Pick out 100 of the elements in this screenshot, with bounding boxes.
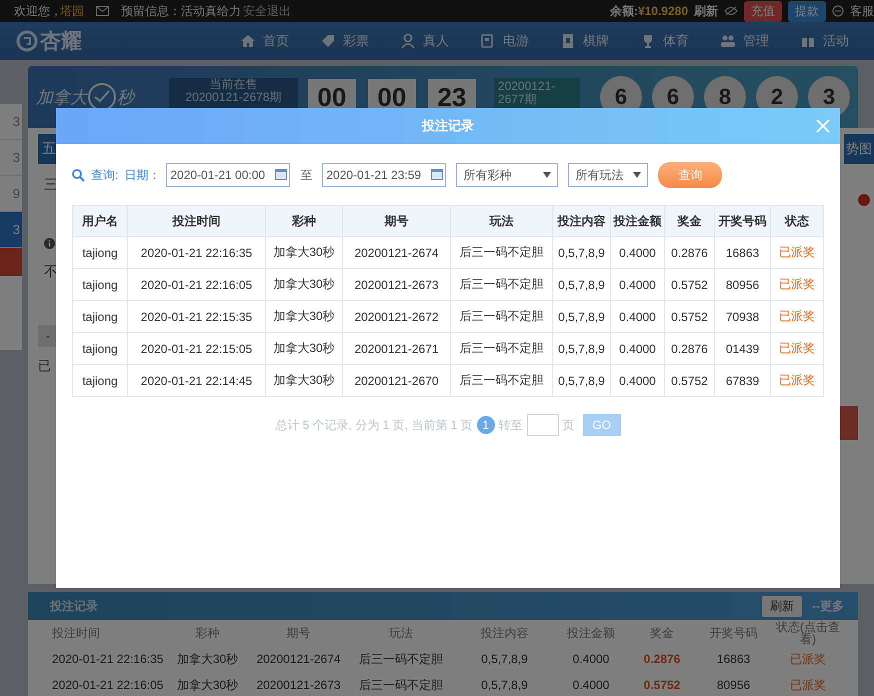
method-select[interactable]: 所有玩法 [568,163,648,187]
table-cell: 后三一码不定胆 [450,236,552,268]
table-cell: 80956 [714,268,770,300]
table-cell: tajiong [72,332,128,364]
mail-icon[interactable] [96,6,109,16]
date-from-field[interactable]: 2020-01-21 00:00 [166,163,290,187]
date-to-field[interactable]: 2020-01-21 23:59 [322,163,446,187]
table-cell: 0,5,7,8,9 [552,300,610,332]
table-cell-text: 加拿大30秒 [176,676,240,694]
trend-chart-button[interactable]: 势图 [844,134,874,164]
play-row-text: 不 [44,263,58,281]
nav-link[interactable]: 真人 [423,32,449,50]
caret-icon [633,172,642,178]
go-button[interactable]: GO [582,414,621,436]
side-accent-block [0,248,22,276]
lottery-name-suffix: 秒 [117,86,134,108]
notice-text: 预留信息：活动真给力 [121,2,241,20]
calendar-icon[interactable] [431,168,444,180]
table-cell: 加拿大30秒 [266,300,342,332]
table-cell-text: 0.4000 [572,652,610,666]
table-cell: 20200121-2674 [342,236,450,268]
side-list-item[interactable]: 3 [0,104,22,140]
refresh-link[interactable]: 刷新 [694,2,718,20]
nav-link[interactable]: 棋牌 [583,32,609,50]
table-cell: 0.4000 [610,300,664,332]
table-cell: 0,5,7,8,9 [552,332,610,364]
lottery-select[interactable]: 所有彩种 [456,163,558,187]
username-link[interactable]: 塔园 [60,2,84,20]
service-link[interactable]: 客服 [850,2,874,20]
lottery-name: 加拿大 [36,86,87,108]
table-cell: 70938 [714,300,770,332]
table-cell-text: 80956 [716,678,752,692]
table-cell: 16863 [714,236,770,268]
game-icon[interactable] [480,33,496,49]
person-icon[interactable] [400,33,416,49]
nav-link[interactable]: 首页 [263,32,289,50]
to-label: 至 [300,166,312,184]
column-header: 玩法 [388,627,414,639]
page-label: 页 [562,416,575,434]
calendar-icon[interactable] [275,168,288,180]
nav-link[interactable]: 活动 [823,32,849,50]
table-cell: 已派奖 [770,268,824,300]
site-logo[interactable]: 杏耀 [16,27,240,55]
side-list-item[interactable]: 3 [0,140,22,176]
column-header: 用户名 [72,206,128,236]
table-cell-text: 16863 [716,652,752,666]
column-header: 奖金 [649,627,675,639]
table-cell: tajiong [72,300,128,332]
column-header: 投注金额 [566,627,616,639]
page-input-field[interactable] [526,414,559,436]
play-row-text: 三 [44,176,58,194]
card-icon[interactable] [560,33,576,49]
table-cell: 0.5752 [664,268,714,300]
column-header: 投注时间 [128,206,266,236]
table-cell: 0,5,7,8,9 [552,364,610,396]
eye-icon[interactable] [724,6,738,16]
table-cell: 2020-01-21 22:15:35 [128,300,266,332]
table-cell-text: 后三一码不定胆 [358,676,444,694]
table-cell-text: 2020-01-21 22:16:35 [52,652,164,666]
table-cell: tajiong [72,236,128,268]
minus-button[interactable]: - [38,325,58,347]
withdraw-button[interactable]: 提款 [788,0,826,22]
side-list-item[interactable]: 3 [0,212,22,248]
people-icon[interactable] [720,33,736,49]
search-button[interactable]: 查询 [658,162,722,188]
table-cell: 0.4000 [610,364,664,396]
table-cell: 已派奖 [770,364,824,396]
table-cell: 已派奖 [770,300,824,332]
table-cell-text: 20200121-2674 [255,652,342,666]
nav-link[interactable]: 体育 [663,32,689,50]
more-link[interactable]: --更多 [812,598,844,614]
chat-icon[interactable] [832,5,844,17]
table-cell: 01439 [714,332,770,364]
table-cell-text: 0.5752 [642,678,682,692]
column-header: 投注内容 [480,627,530,639]
table-cell: 20200121-2673 [342,268,450,300]
column-header: 开奖号码 [714,206,770,236]
on-sale-label: 当前在售 [209,78,258,91]
table-cell: 67839 [714,364,770,396]
current-page-button[interactable]: 1 [476,416,495,434]
deposit-button[interactable]: 充值 [744,0,782,22]
table-cell: 2020-01-21 22:16:05 [128,268,266,300]
table-cell-text: 20200121-2673 [255,678,342,692]
table-cell: 加拿大30秒 [266,236,342,268]
table-cell-text: 后三一码不定胆 [358,650,444,668]
column-header: 期号 [342,206,450,236]
tag-icon[interactable] [320,33,336,49]
table-cell: 后三一码不定胆 [450,332,552,364]
home-icon[interactable] [240,33,256,49]
close-icon[interactable] [816,119,830,133]
nav-link[interactable]: 彩票 [343,32,369,50]
nav-link[interactable]: 电游 [503,32,529,50]
nav-link[interactable]: 管理 [743,32,769,50]
table-cell: 加拿大30秒 [266,364,342,396]
refresh-button[interactable]: 刷新 [762,596,802,616]
table-cell: 0.5752 [664,364,714,396]
column-header: 玩法 [450,206,552,236]
logout-link[interactable]: 安全退出 [243,2,291,20]
column-header: 彩种 [194,627,220,639]
goto-label: 转至 [498,416,523,434]
